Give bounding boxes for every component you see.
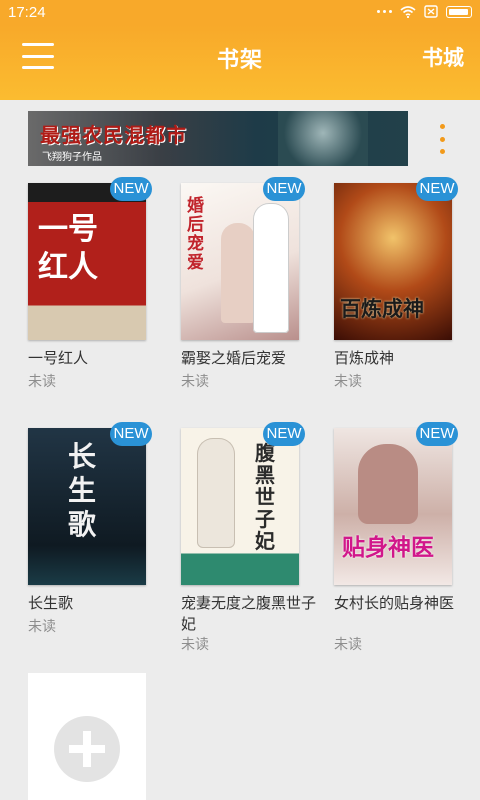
banner-author: 飞翔狗子作品 (42, 152, 102, 163)
book-item[interactable]: 百炼成神 NEW 百炼成神 未读 (334, 177, 474, 393)
system-icons (377, 5, 472, 18)
read-status: 未读 (181, 374, 209, 390)
read-status: 未读 (28, 374, 56, 390)
battery-icon (446, 5, 472, 18)
read-status: 未读 (334, 374, 362, 390)
no-sim-icon (424, 5, 438, 18)
banner-title: 最强农民混都市 (40, 123, 187, 147)
book-title: 百炼成神 (334, 349, 395, 367)
book-item[interactable]: 腹黑世子妃 NEW 宠妻无度之腹黑世子妃 未读 (181, 422, 321, 658)
book-title: 一号红人 (28, 349, 89, 367)
book-cover: 长生歌 (28, 428, 146, 585)
app-bar: 书架 书城 (0, 25, 480, 100)
cover-text: 贴身神医 (342, 535, 434, 561)
add-book-button[interactable] (28, 673, 146, 800)
book-cover: 婚后宠爱 (181, 183, 299, 340)
book-item[interactable]: 一号 红人 NEW 一号红人 未读 (28, 177, 168, 393)
new-badge: NEW (110, 177, 152, 201)
book-cover: 百炼成神 (334, 183, 452, 340)
read-status: 未读 (181, 637, 209, 653)
cover-text: 一号 红人 (38, 212, 98, 285)
book-item[interactable]: 长生歌 NEW 长生歌 未读 (28, 422, 168, 638)
status-time: 17:24 (8, 4, 46, 21)
banner-ad[interactable]: 最强农民混都市 飞翔狗子作品 (28, 111, 408, 166)
read-status: 未读 (28, 619, 56, 635)
read-status: 未读 (334, 637, 362, 653)
new-badge: NEW (110, 422, 152, 446)
cover-text: 长生歌 (68, 440, 97, 541)
more-options-button[interactable] (437, 124, 447, 154)
cover-text: 婚后宠爱 (187, 196, 204, 273)
wifi-icon (400, 5, 416, 18)
cover-text: 腹黑世子妃 (255, 441, 275, 553)
book-title: 女村长的贴身神医 (334, 594, 455, 612)
book-item[interactable]: 贴身神医 NEW 女村长的贴身神医 未读 (334, 422, 474, 658)
page-title: 书架 (216, 48, 263, 73)
book-title: 长生歌 (28, 594, 74, 612)
book-item[interactable]: 婚后宠爱 NEW 霸娶之婚后宠爱 未读 (181, 177, 321, 393)
book-cover: 一号 红人 (28, 183, 146, 340)
cover-text: 百炼成神 (340, 297, 424, 321)
banner-art (278, 111, 368, 166)
plus-icon (54, 716, 120, 782)
new-badge: NEW (416, 177, 458, 201)
book-title: 宠妻无度之腹黑世子妃 (181, 594, 317, 633)
new-badge: NEW (263, 177, 305, 201)
book-title: 霸娶之婚后宠爱 (181, 349, 287, 367)
more-notifications-icon (377, 10, 392, 13)
book-cover: 贴身神医 (334, 428, 452, 585)
book-cover: 腹黑世子妃 (181, 428, 299, 585)
new-badge: NEW (263, 422, 305, 446)
status-bar: 17:24 (0, 0, 480, 25)
new-badge: NEW (416, 422, 458, 446)
bookstore-button[interactable]: 书城 (422, 42, 464, 72)
